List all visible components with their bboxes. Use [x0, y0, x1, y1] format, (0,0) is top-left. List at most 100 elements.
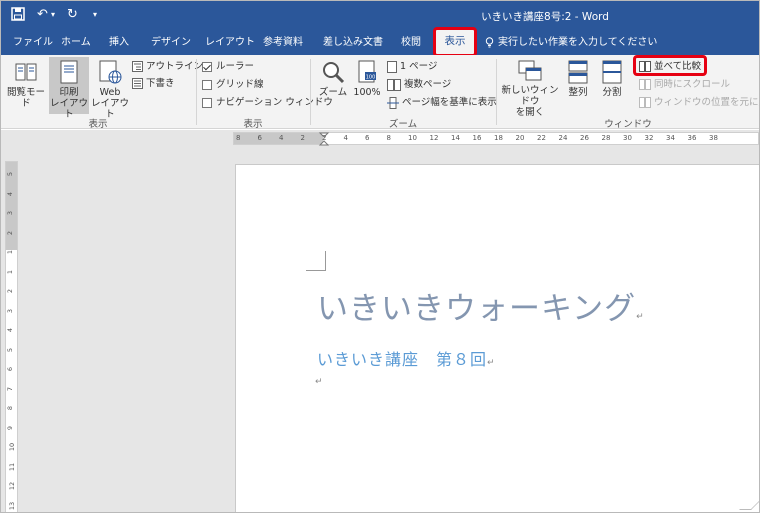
horizontal-ruler-tick: 22: [537, 134, 546, 142]
text-boundary-corner-mark: [306, 251, 326, 271]
arrange-all-label: 整列: [568, 87, 588, 98]
book-icon: [15, 63, 37, 81]
tab-design[interactable]: デザイン: [151, 31, 191, 55]
tab-mailings[interactable]: 差し込み文書: [323, 31, 383, 55]
view-side-by-side-highlight: [633, 55, 707, 76]
multiple-pages-label: 複数ページ: [404, 79, 452, 90]
tab-file[interactable]: ファイル: [13, 31, 53, 55]
zoom-100-icon: 100: [358, 60, 376, 83]
horizontal-ruler-tick: 38: [709, 134, 718, 142]
print-layout-button[interactable]: 印刷 レイアウト: [49, 57, 89, 120]
views-group-label: 表示: [88, 119, 108, 130]
one-page-label: 1 ページ: [400, 61, 438, 72]
synchronous-scrolling-button[interactable]: 同時にスクロール: [639, 77, 730, 93]
tab-view[interactable]: 表示: [433, 27, 477, 57]
paragraph-mark: ↵: [487, 358, 496, 368]
navigation-pane-checkbox[interactable]: ナビゲーション ウィンドウ: [202, 95, 333, 111]
vertical-ruler-tick: 9: [6, 425, 15, 430]
web-layout-label-1: Web: [99, 87, 121, 98]
zoom-100-label: 100%: [353, 87, 381, 98]
split-button[interactable]: 分割: [597, 57, 627, 98]
reset-window-position-button[interactable]: ウィンドウの位置を元に戻す: [639, 95, 759, 111]
one-page-button[interactable]: 1 ページ: [387, 59, 437, 75]
vertical-ruler-tick: 2: [6, 230, 15, 235]
vertical-ruler-tick: 5: [6, 347, 15, 352]
vertical-ruler-tick: 1: [6, 269, 15, 274]
window-group-label: ウィンドウ: [604, 119, 652, 130]
horizontal-ruler-tick: 8: [386, 134, 391, 142]
ruler-label: ルーラー: [216, 61, 255, 72]
ruler-checkbox[interactable]: ルーラー: [202, 59, 254, 75]
document-subtitle: いきいき講座 第８回: [317, 350, 488, 369]
zoom-label: ズーム: [318, 87, 348, 98]
horizontal-ruler-tick: 16: [472, 134, 482, 142]
vertical-ruler-tick: 11: [8, 462, 17, 471]
zoom-100-button[interactable]: 100 100%: [351, 57, 383, 98]
page-icon: [60, 60, 78, 84]
tab-references[interactable]: 参考資料: [263, 31, 303, 55]
vertical-ruler-tick: 1: [6, 249, 15, 255]
gridlines-check-icon: [202, 79, 212, 90]
horizontal-ruler-tick: 10: [408, 134, 417, 142]
arrange-all-button[interactable]: 整列: [563, 57, 593, 98]
horizontal-ruler-tick: 4: [343, 134, 348, 142]
vertical-ruler-tick: 10: [8, 442, 17, 452]
tab-home[interactable]: ホーム: [61, 31, 91, 55]
page-width-button[interactable]: ページ幅を基準に表示: [387, 95, 497, 111]
horizontal-ruler-tick: 2: [322, 134, 327, 142]
reset-window-position-label: ウィンドウの位置を元に戻す: [654, 97, 759, 108]
horizontal-ruler-tick: 24: [558, 134, 568, 142]
vertical-ruler-tick: 3: [6, 210, 15, 216]
horizontal-ruler-tick: 4: [279, 134, 284, 142]
vertical-ruler-tick: 5: [6, 171, 15, 177]
arrange-all-icon: [568, 60, 588, 84]
multiple-pages-button[interactable]: 複数ページ: [387, 77, 451, 93]
outline-label: アウトライン: [146, 61, 204, 72]
outline-button[interactable]: アウトライン: [132, 59, 203, 75]
web-page-icon: [99, 60, 122, 84]
new-window-icon: [518, 60, 542, 81]
vertical-ruler-tick: 4: [6, 191, 15, 196]
word-window: ↶ ▾ ↻ ▾ いきいき講座8号:2 - Word ファイル ホーム 挿入 デザ…: [0, 0, 760, 513]
document-page[interactable]: [235, 164, 759, 512]
gridlines-label: グリッド線: [216, 79, 264, 90]
vertical-ruler-tick: 6: [6, 366, 15, 372]
tell-me-search[interactable]: 実行したい作業を入力してください: [485, 31, 657, 55]
reading-mode-button[interactable]: 閲覧モード: [5, 57, 47, 109]
horizontal-ruler-tick: 14: [451, 134, 460, 142]
ribbon-tab-bar: ファイル ホーム 挿入 デザイン レイアウト 参考資料 差し込み文書 校閲 実行…: [1, 31, 759, 55]
page-width-icon: [387, 96, 399, 109]
multiple-pages-icon: [387, 78, 401, 91]
document-title: いきいきウォーキング: [317, 291, 637, 327]
new-window-button[interactable]: 新しいウィンドウ を開く: [499, 57, 561, 118]
sync-scroll-icon: [639, 79, 651, 90]
draft-label: 下書き: [146, 78, 175, 89]
vertical-ruler-tick: 12: [8, 481, 17, 491]
horizontal-ruler[interactable]: 8 6 4 2 2 4 6 8 10 12 14 16 18 20 22 24 26 28 30 32 34 36 38: [233, 132, 759, 146]
synchronous-scrolling-label: 同時にスクロール: [654, 79, 731, 90]
vertical-ruler[interactable]: 5 4 3 2 1 1 2 3 4 5 6 7 8 9 10 11 12 13: [5, 161, 18, 512]
horizontal-ruler-tick: 26: [580, 134, 589, 142]
empty-paragraph-mark[interactable]: ↵: [315, 377, 323, 387]
vertical-ruler-tick: 2: [6, 288, 15, 294]
show-group-label: 表示: [243, 119, 263, 130]
svg-text:100: 100: [366, 75, 376, 81]
zoom-button[interactable]: ズーム: [315, 57, 351, 98]
horizontal-ruler-tick: 32: [644, 134, 654, 142]
horizontal-ruler-tick: 18: [494, 134, 503, 142]
tab-insert[interactable]: 挿入: [109, 31, 129, 55]
web-layout-button[interactable]: Web レイアウト: [91, 57, 129, 120]
single-page-icon: [387, 60, 397, 73]
draft-button[interactable]: 下書き: [132, 76, 175, 92]
tab-review[interactable]: 校閲: [401, 31, 421, 55]
gridlines-checkbox[interactable]: グリッド線: [202, 77, 264, 93]
vertical-ruler-tick: 7: [6, 386, 15, 391]
horizontal-ruler-tick: 8: [236, 134, 241, 142]
split-icon: [602, 60, 622, 84]
document-subtitle-text[interactable]: いきいき講座 第８回↵: [317, 346, 496, 370]
document-title-text[interactable]: いきいきウォーキング↵: [317, 283, 645, 328]
paragraph-mark: ↵: [636, 312, 645, 322]
navigation-pane-check-icon: [202, 97, 212, 108]
tab-layout[interactable]: レイアウト: [205, 31, 255, 55]
vertical-ruler-tick: 4: [6, 327, 15, 333]
